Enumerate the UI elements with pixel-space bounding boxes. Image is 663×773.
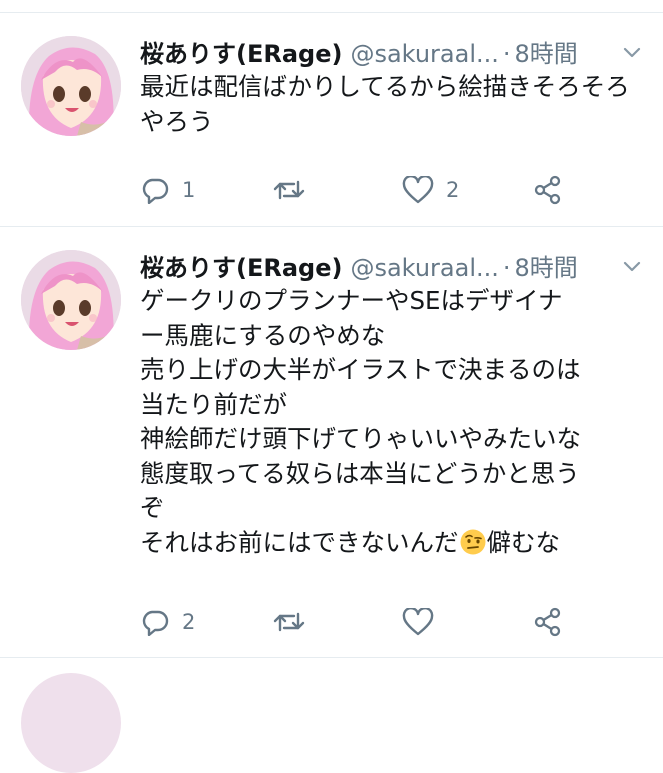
share-button[interactable] [533,602,563,642]
tweet-header: 桜ありす(ERage) @sakuraal... · 8時間 [140,34,650,74]
tweet-divider [0,657,663,658]
reply-icon [142,610,169,636]
reply-count: 1 [182,178,196,202]
tweet-actions: 2 [140,602,580,642]
share-button[interactable] [533,170,563,210]
avatar[interactable] [21,36,121,136]
tweet-1[interactable]: 桜ありす(ERage) @sakuraal... · 8時間 最近は配信ばかりしてるか… [0,30,663,225]
text-line: 神絵師だけ頭下げてりゃいいやみたいな [140,424,581,453]
share-icon [534,607,561,637]
retweet-button[interactable] [272,602,318,642]
text-segment: それはお前にはできないんだ [140,527,459,557]
avatar-image [21,250,121,350]
reply-icon [142,178,169,204]
text-segment: 僻むな [486,527,561,557]
text-line: ゲークリのプランナーやSEはデザイナ [140,286,563,315]
retweet-button[interactable] [272,170,318,210]
like-count: 2 [446,178,460,202]
separator-dot: · [502,40,511,68]
caret-down-icon[interactable] [622,256,642,276]
tweet-text: ゲークリのプランナーやSEはデザイナ ー馬鹿にするのやめな売り上げの大半がイラスト… [140,284,650,560]
text-line: 当たり前だが [140,389,287,419]
retweet-icon [273,180,305,200]
text-line: 売り上げの大半がイラストで決まるのは [140,355,581,384]
next-tweet-avatar[interactable] [21,673,121,773]
text-line-with-emoji: それはお前にはできないんだ 僻むな [140,526,650,561]
caret-down-icon[interactable] [622,42,642,62]
tweet-actions: 1 2 [140,170,580,210]
face-with-raised-eyebrow-emoji-icon [460,529,485,554]
timestamp[interactable]: 8時間 [515,40,578,68]
avatar-image [21,36,121,136]
text-line: ー馬鹿にするのやめな [140,320,386,350]
text-line: ぞ [140,493,165,522]
tweet-2[interactable]: 桜ありす(ERage) @sakuraal... · 8時間 ゲークリのプランナーやS… [0,244,663,654]
reply-count: 2 [182,610,196,634]
reply-button[interactable]: 2 [140,602,195,642]
share-icon [534,175,561,205]
timestamp[interactable]: 8時間 [515,254,578,282]
tweet-header: 桜ありす(ERage) @sakuraal... · 8時間 [140,248,650,288]
separator-dot: · [502,254,511,282]
like-icon [402,176,434,204]
text-line: 態度取ってる奴らは本当にどうかと思う [140,458,580,488]
user-handle[interactable]: @sakuraal... [350,40,498,68]
like-icon [402,608,434,636]
avatar[interactable] [21,250,121,350]
display-name[interactable]: 桜ありす(ERage) [140,254,342,282]
reply-button[interactable]: 1 [140,170,195,210]
like-button[interactable] [402,602,446,642]
top-divider [0,12,663,13]
display-name[interactable]: 桜ありす(ERage) [140,40,342,68]
retweet-icon [273,612,305,632]
tweet-text: 最近は配信ばかりしてるから絵描きそろそろやろう [140,72,630,136]
like-button[interactable]: 2 [402,170,459,210]
user-handle[interactable]: @sakuraal... [350,254,498,282]
tweet-divider [0,226,663,227]
